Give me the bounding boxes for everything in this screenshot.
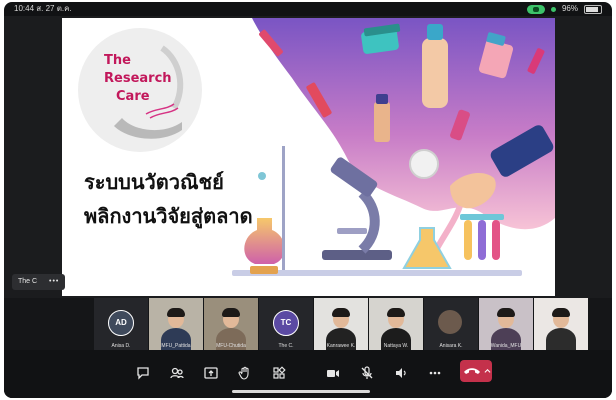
leave-button[interactable] <box>460 360 492 382</box>
participant-name: Anisara K. <box>439 343 463 349</box>
presenter-name: The C <box>18 278 38 285</box>
avatar: TC <box>273 310 299 336</box>
mic-button[interactable] <box>356 362 378 384</box>
research-care-logo: The Research Care <box>104 53 172 104</box>
participant-video-hair <box>332 308 350 317</box>
more-icon <box>429 371 441 375</box>
chevron-up-icon <box>484 368 490 373</box>
slide-headline-line-1: ระบบนวัตวณิชย์ <box>84 170 224 194</box>
participant-video-hair <box>387 308 405 317</box>
participant-name: The C. <box>278 343 294 349</box>
participant-name: Nattaya W. <box>383 343 409 349</box>
participant-tile[interactable]: Kanrawee K. <box>314 298 368 350</box>
share-button[interactable] <box>200 362 222 384</box>
active-call-icon[interactable] <box>526 4 545 14</box>
share-icon <box>204 367 218 379</box>
participant-tile[interactable]: MFU-Chutida <box>204 298 258 350</box>
participant-tile[interactable]: TC The C. <box>259 298 313 350</box>
battery-percent: 96% <box>561 4 578 13</box>
avatar <box>438 310 462 334</box>
presenter-name-tag[interactable]: The C ••• <box>12 274 66 290</box>
participant-tile[interactable]: AD Anisa D. <box>94 298 148 350</box>
more-button[interactable] <box>424 362 446 384</box>
slide-headline-line-2: พลิกงานวิจัยสู่ตลาด <box>84 204 253 228</box>
speaker-button[interactable] <box>390 362 412 384</box>
chat-icon <box>137 367 149 380</box>
status-bar: 10:44 ส. 27 ต.ค. 96% <box>4 2 612 16</box>
participant-name: Anisa D. <box>111 343 131 349</box>
apps-button[interactable] <box>268 362 290 384</box>
status-right: 96% <box>526 2 602 16</box>
more-options-icon[interactable]: ••• <box>49 278 59 285</box>
reactions-icon <box>238 366 249 380</box>
participants-button[interactable] <box>166 362 188 384</box>
speaker-icon <box>396 368 406 378</box>
mic-indicator-icon <box>550 6 556 12</box>
participants-icon <box>170 367 184 379</box>
camera-button[interactable] <box>322 362 344 384</box>
participant-tile[interactable]: MFU_Pattida <box>149 298 203 350</box>
logo-line-2: Research <box>104 71 172 86</box>
shared-slide: The Research Care ระบบนวัตวณิชย์ พลิกงาน… <box>62 18 555 296</box>
camera-icon <box>327 370 339 377</box>
status-time: 10:44 ส. 27 ต.ค. <box>14 4 72 13</box>
reactions-button[interactable] <box>234 362 256 384</box>
participant-name: MFU_Pattida <box>161 343 191 349</box>
mic-off-icon <box>361 366 373 379</box>
meeting-control-bar <box>4 350 612 398</box>
participant-name: MFU-Chutida <box>216 343 246 349</box>
chat-button[interactable] <box>132 362 154 384</box>
participant-video-hair <box>222 308 240 317</box>
participant-video-hair <box>167 308 185 317</box>
participant-video-hair <box>497 308 515 317</box>
battery-icon <box>584 4 602 14</box>
participant-tile[interactable] <box>534 298 588 350</box>
avatar: AD <box>108 310 134 336</box>
home-indicator <box>232 390 370 393</box>
participant-name: Kanrawee K. <box>326 343 356 349</box>
teams-meeting-window: 10:44 ส. 27 ต.ค. 96% The Research Care ร… <box>4 2 612 398</box>
participant-tile[interactable]: Nattaya W. <box>369 298 423 350</box>
participant-tile[interactable]: Anisara K. <box>424 298 478 350</box>
apps-icon <box>273 366 286 379</box>
participant-name: Wanida_MFU <box>490 343 522 349</box>
hang-up-icon <box>463 368 480 374</box>
participant-tile[interactable]: Wanida_MFU <box>479 298 533 350</box>
participant-gallery: AD Anisa D. MFU_Pattida MFU-Chutida TC The C.… <box>4 298 612 350</box>
shared-screen-stage: The Research Care ระบบนวัตวณิชย์ พลิกงาน… <box>4 16 612 298</box>
participant-video-hair <box>552 308 570 317</box>
logo-line-1: The <box>104 53 131 68</box>
participant-video-figure <box>546 328 576 350</box>
logo-line-3: Care <box>116 89 150 104</box>
